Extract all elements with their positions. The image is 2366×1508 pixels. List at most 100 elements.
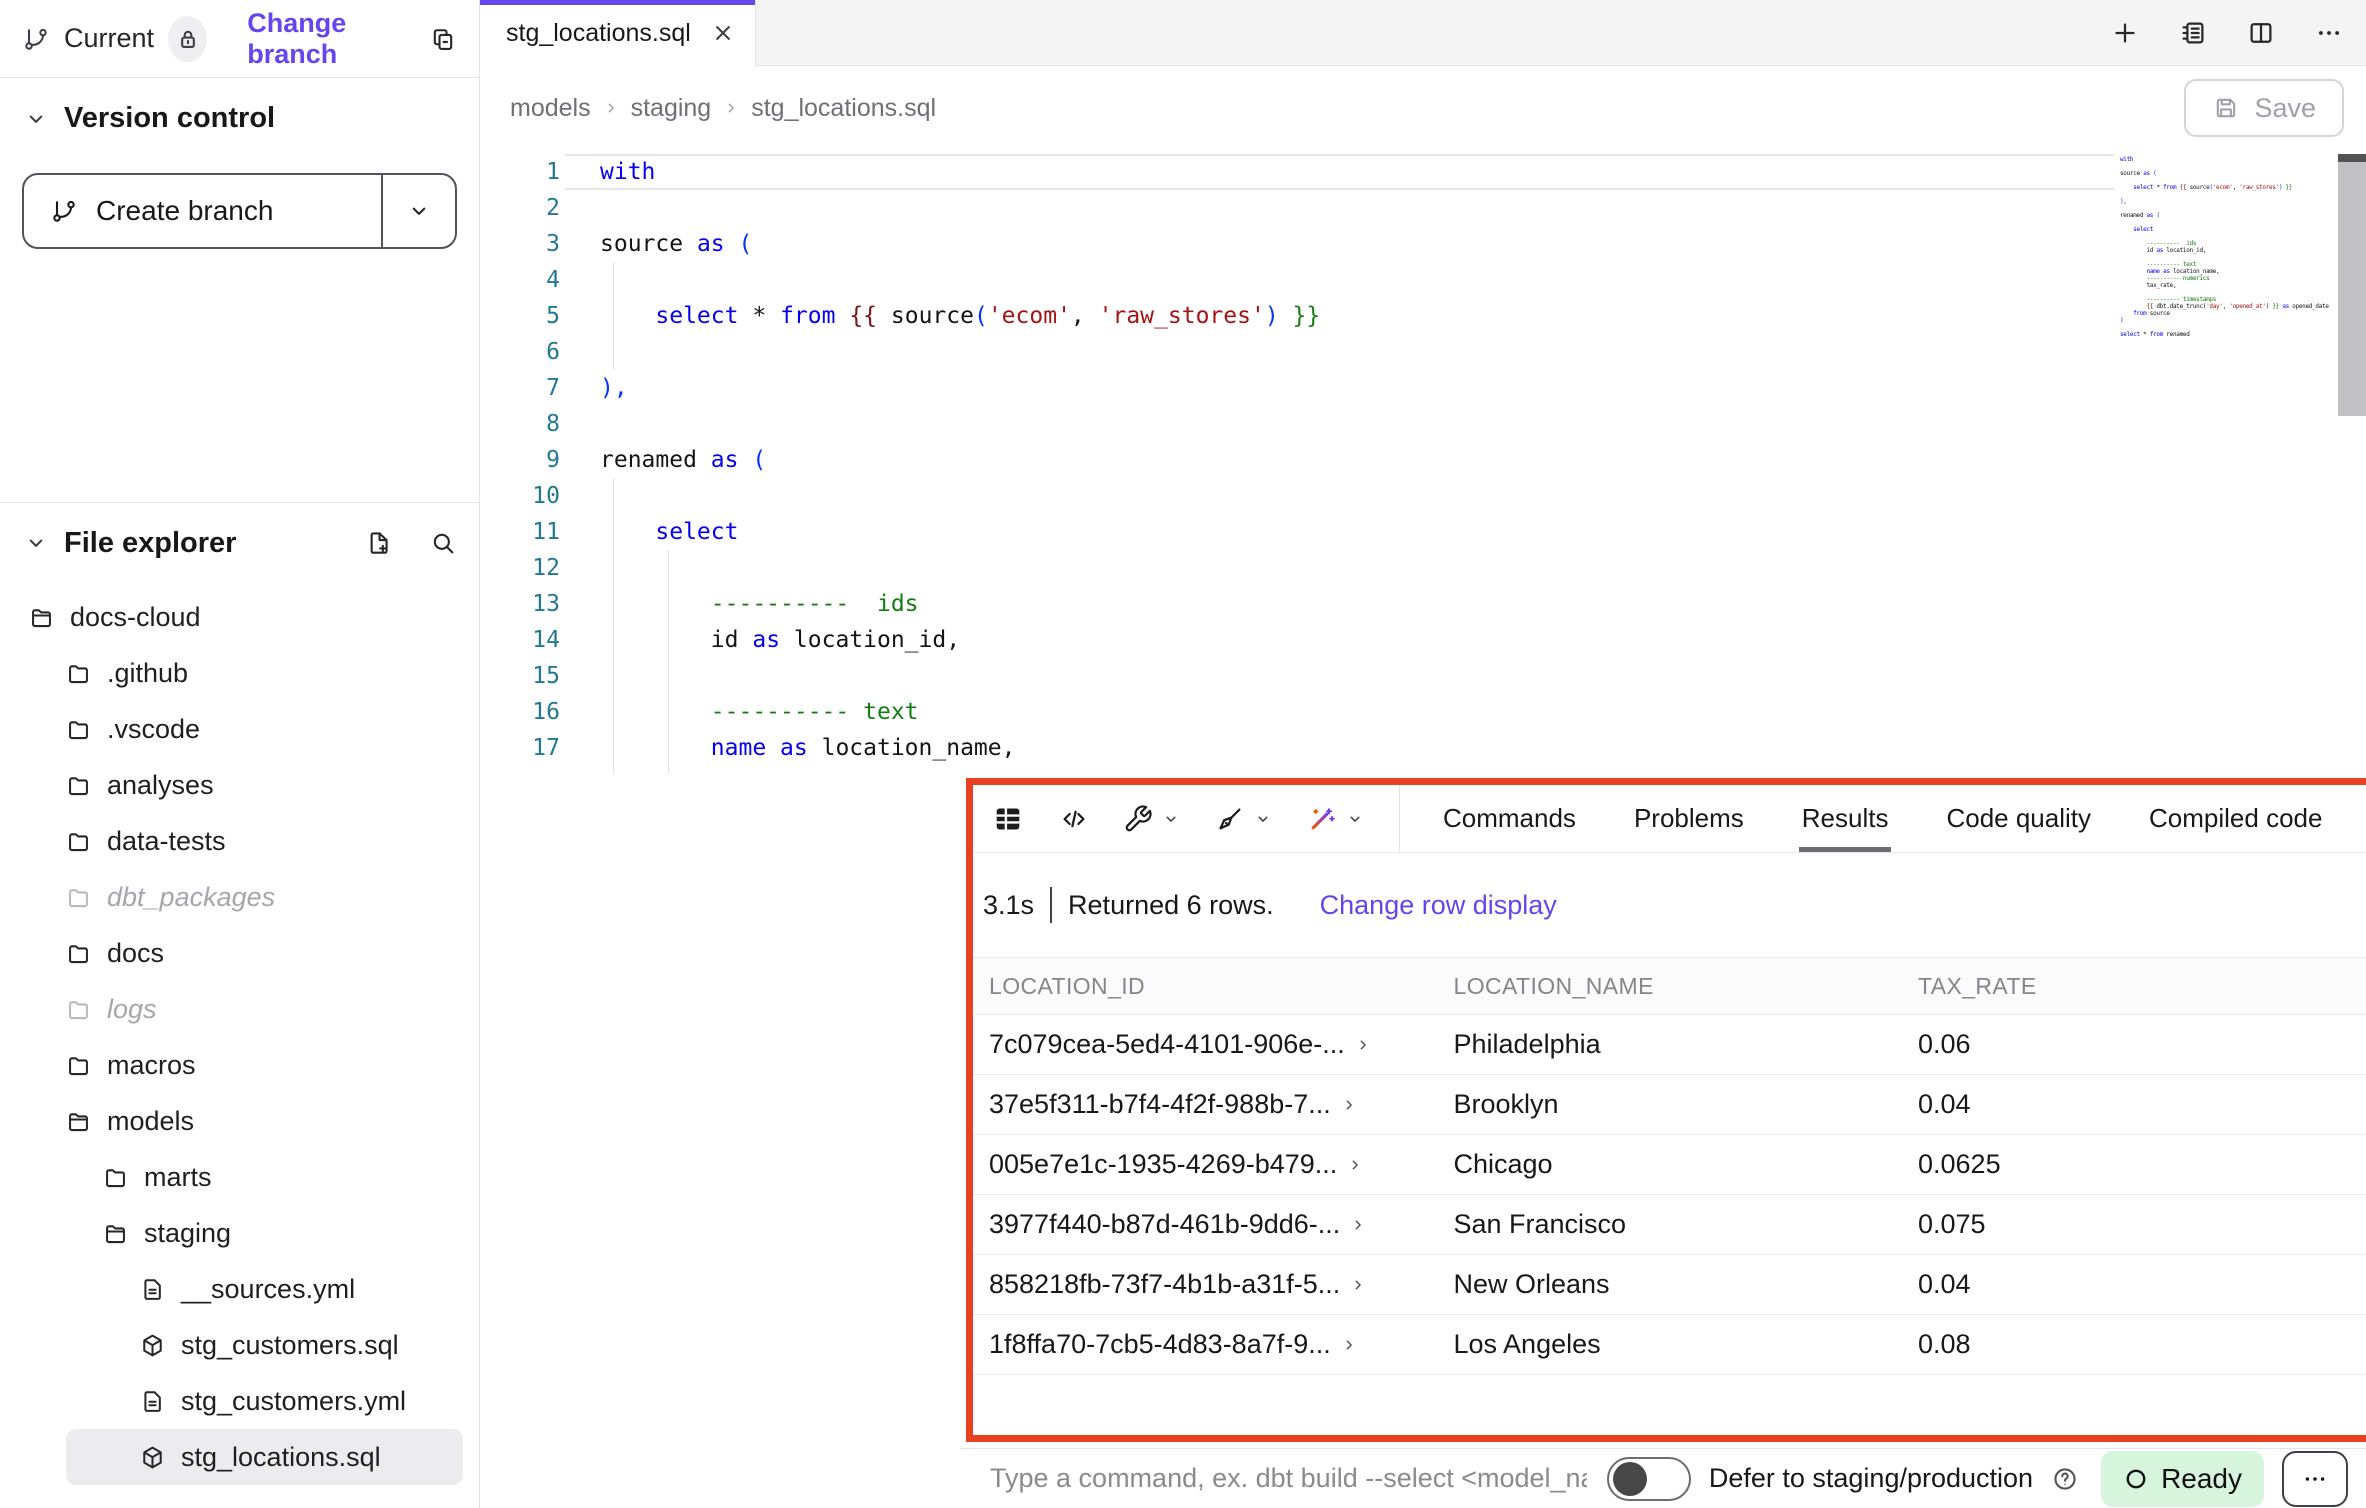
copy-icon[interactable]: [429, 25, 457, 53]
expand-cell-icon[interactable]: [1345, 1155, 1365, 1175]
version-control-title: Version control: [64, 102, 275, 135]
file-tree-item-data-tests[interactable]: data-tests: [0, 813, 479, 869]
create-branch-main[interactable]: Create branch: [24, 175, 381, 247]
code-editor[interactable]: 1234567891011121314151617 withsource as …: [480, 150, 2366, 778]
help-icon[interactable]: [2051, 1465, 2079, 1493]
file-label: marts: [144, 1162, 212, 1193]
create-branch-dropdown[interactable]: [381, 175, 455, 247]
panel-tab-results[interactable]: Results: [1773, 785, 1918, 852]
breadcrumb-item[interactable]: models: [510, 94, 591, 123]
version-control-header[interactable]: Version control: [22, 102, 457, 135]
wrench-tool-button[interactable]: [1123, 804, 1181, 834]
chevron-down-icon[interactable]: [1161, 809, 1181, 829]
table-cell: Chicago: [1438, 1149, 1903, 1180]
git-branch-icon: [22, 25, 50, 53]
new-tab-button[interactable]: [2110, 18, 2140, 48]
file-tree-item-stg-customers-sql[interactable]: stg_customers.sql: [0, 1317, 479, 1373]
active-tab-indicator: [480, 0, 755, 5]
editor-panel-button[interactable]: [2178, 18, 2208, 48]
editor-scrollbar[interactable]: [2338, 154, 2366, 416]
file-tree-item-staging[interactable]: staging: [0, 1205, 479, 1261]
table-row[interactable]: 005e7e1c-1935-4269-b479...Chicago0.06252…: [973, 1135, 2366, 1195]
file-tree-item--sources-yml[interactable]: __sources.yml: [0, 1261, 479, 1317]
file-icon: [139, 1276, 166, 1303]
table-row[interactable]: 37e5f311-b7f4-4f2f-988b-7...Brooklyn0.04…: [973, 1075, 2366, 1135]
create-branch-button[interactable]: Create branch: [22, 173, 457, 249]
chevron-down-icon[interactable]: [1253, 809, 1273, 829]
table-row[interactable]: 858218fb-73f7-4b1b-a31f-5...New Orleans0…: [973, 1255, 2366, 1315]
expand-cell-icon[interactable]: [1339, 1095, 1359, 1115]
search-icon[interactable]: [429, 529, 457, 557]
folder-icon: [65, 660, 92, 687]
file-tree-item-macros[interactable]: macros: [0, 1037, 479, 1093]
file-label: stg_locations.sql: [181, 1442, 381, 1473]
file-tree-item-logs[interactable]: logs: [0, 981, 479, 1037]
chevron-down-icon[interactable]: [1345, 809, 1365, 829]
file-tree-item-docs-cloud[interactable]: docs-cloud: [0, 589, 479, 645]
minimap[interactable]: withsource as ( select * from {{ source(…: [2120, 156, 2336, 338]
table-row[interactable]: 1f8ffa70-7cb5-4d83-8a7f-9...Los Angeles0…: [973, 1315, 2366, 1375]
tab-stg-locations-sql[interactable]: stg_locations.sql: [480, 0, 756, 66]
file-tree-item--vscode[interactable]: .vscode: [0, 701, 479, 757]
file-tree-item-models[interactable]: models: [0, 1093, 479, 1149]
results-table-body: 7c079cea-5ed4-4101-906e-...Philadelphia0…: [973, 1015, 2366, 1375]
table-grid-tool-button[interactable]: [991, 802, 1025, 836]
breadcrumb-item[interactable]: stg_locations.sql: [751, 94, 936, 123]
file-label: __sources.yml: [181, 1274, 355, 1305]
split-editor-button[interactable]: [2246, 18, 2276, 48]
table-row[interactable]: 3977f440-b87d-461b-9dd6-...San Francisco…: [973, 1195, 2366, 1255]
defer-toggle[interactable]: [1607, 1457, 1691, 1501]
command-input[interactable]: [990, 1463, 1587, 1494]
code-content[interactable]: withsource as ( select * from {{ source(…: [600, 154, 2106, 766]
table-cell: Philadelphia: [1438, 1029, 1903, 1060]
magic-wand-tool-button[interactable]: [1307, 804, 1365, 834]
editor-more-button[interactable]: [2314, 18, 2344, 48]
expand-cell-icon[interactable]: [1353, 1035, 1373, 1055]
panel-tab-code-quality[interactable]: Code quality: [1917, 785, 2120, 852]
new-file-icon[interactable]: [365, 529, 393, 557]
broom-tool-button[interactable]: [1215, 804, 1273, 834]
code-line-11: select: [600, 514, 2106, 550]
magic-wand-icon: [1307, 804, 1337, 834]
table-row[interactable]: 7c079cea-5ed4-4101-906e-...Philadelphia0…: [973, 1015, 2366, 1075]
file-tree-item-docs[interactable]: docs: [0, 925, 479, 981]
change-row-display-link[interactable]: Change row display: [1320, 890, 1557, 921]
file-tree-item-stg-customers-yml[interactable]: stg_customers.yml: [0, 1373, 479, 1429]
table-grid-icon: [991, 802, 1025, 836]
expand-cell-icon[interactable]: [1348, 1215, 1368, 1235]
save-button[interactable]: Save: [2184, 79, 2344, 137]
file-tree-item-dbt-packages[interactable]: dbt_packages: [0, 869, 479, 925]
dbt-cloud-ide: Current Change branch Version control Cr…: [0, 0, 2366, 1508]
code-line-2: [600, 190, 2106, 226]
line-number: 3: [480, 226, 560, 262]
file-tree-item-stg-locations-sql[interactable]: stg_locations.sql: [66, 1429, 463, 1485]
plus-icon: [2110, 18, 2140, 48]
file-tree-item-analyses[interactable]: analyses: [0, 757, 479, 813]
file-label: .vscode: [107, 714, 200, 745]
table-cell: 858218fb-73f7-4b1b-a31f-5...: [973, 1269, 1438, 1300]
chevron-right-icon: [601, 98, 621, 118]
code-line-15: [600, 658, 2106, 694]
close-icon[interactable]: [709, 19, 737, 47]
file-tree-item-marts[interactable]: marts: [0, 1149, 479, 1205]
more-options-button[interactable]: [2282, 1451, 2348, 1507]
file-icon: [139, 1388, 166, 1415]
line-number: 14: [480, 622, 560, 658]
panel-tab-compiled-code[interactable]: Compiled code: [2120, 785, 2351, 852]
code-line-10: [600, 478, 2106, 514]
panel-tab-problems[interactable]: Problems: [1605, 785, 1773, 852]
expand-cell-icon[interactable]: [1339, 1335, 1359, 1355]
chevron-down-icon[interactable]: [22, 529, 50, 557]
table-cell: 0.0625: [1902, 1149, 2366, 1180]
panel-tab-lineage[interactable]: Lineage: [2351, 785, 2366, 852]
file-tree-item--github[interactable]: .github: [0, 645, 479, 701]
change-branch-link[interactable]: Change branch: [247, 8, 415, 70]
expand-cell-icon[interactable]: [1348, 1275, 1368, 1295]
panel-tab-commands[interactable]: Commands: [1414, 785, 1605, 852]
code-tool-button[interactable]: [1059, 804, 1089, 834]
version-control-section: Version control Create branch: [0, 78, 479, 249]
current-branch-label: Current: [64, 23, 154, 54]
indent-guide: [613, 262, 614, 370]
breadcrumb-item[interactable]: staging: [631, 94, 712, 123]
code-line-3: source as (: [600, 226, 2106, 262]
